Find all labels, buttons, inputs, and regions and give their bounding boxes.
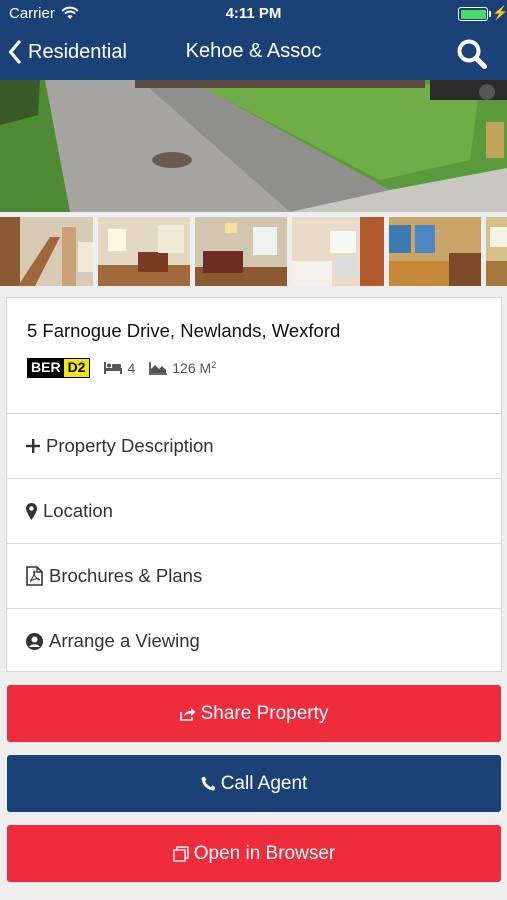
- chevron-left-icon: [8, 40, 21, 64]
- back-button[interactable]: Residential: [8, 36, 127, 68]
- section-label: Brochures & Plans: [49, 565, 203, 586]
- back-label: Residential: [28, 40, 127, 63]
- photo-thumbnail[interactable]: [486, 217, 507, 286]
- call-agent-button[interactable]: Call Agent: [7, 755, 501, 812]
- open-in-browser-label: Open in Browser: [193, 842, 336, 864]
- call-agent-label: Call Agent: [220, 772, 308, 794]
- search-button[interactable]: [456, 38, 488, 70]
- photo-thumbnail[interactable]: [389, 217, 481, 286]
- section-location[interactable]: Location: [7, 478, 501, 543]
- bed-icon: [104, 362, 123, 374]
- share-property-button[interactable]: Share Property: [7, 685, 501, 742]
- pdf-file-icon: [26, 566, 43, 586]
- bedroom-count: 4: [127, 360, 136, 376]
- ber-label: BER: [28, 359, 64, 377]
- share-icon: [179, 707, 196, 721]
- photo-thumbnail[interactable]: [0, 217, 93, 286]
- section-arrange-viewing[interactable]: Arrange a Viewing: [7, 608, 501, 673]
- user-circle-icon: [26, 632, 43, 650]
- property-info-card: 5 Farnogue Drive, Newlands, Wexford BER …: [6, 297, 502, 672]
- property-main-photo[interactable]: [0, 80, 507, 212]
- section-label: Property Description: [46, 435, 214, 456]
- property-meta: BER D2 4 126 M2: [27, 357, 216, 379]
- open-in-browser-button[interactable]: Open in Browser: [7, 825, 501, 882]
- area-unit-exponent: 2: [211, 360, 217, 370]
- share-property-label: Share Property: [200, 702, 329, 724]
- app-header: Carrier 4:11 PM ⚡ Residential Kehoe & As…: [0, 0, 507, 80]
- section-label: Arrange a Viewing: [49, 630, 200, 651]
- section-brochures-plans[interactable]: Brochures & Plans: [7, 543, 501, 608]
- section-label: Location: [43, 500, 113, 521]
- battery-icon: [458, 7, 488, 21]
- plus-icon: [26, 439, 40, 453]
- map-marker-icon: [26, 502, 37, 520]
- area-chart-icon: [149, 361, 168, 375]
- phone-icon: [201, 776, 216, 791]
- area-value: 126 M: [172, 360, 212, 376]
- property-address: 5 Farnogue Drive, Newlands, Wexford: [27, 320, 341, 341]
- ber-rating: D2: [63, 359, 90, 377]
- charging-bolt-icon: ⚡: [492, 5, 507, 20]
- status-bar: Carrier 4:11 PM ⚡: [0, 0, 507, 28]
- photo-thumbnail[interactable]: [292, 217, 384, 286]
- clock: 4:11 PM: [225, 5, 282, 22]
- floor-area: 126 M2: [149, 360, 216, 376]
- search-icon: [457, 39, 487, 69]
- external-window-icon: [173, 845, 189, 862]
- photo-thumbnail[interactable]: [98, 217, 190, 286]
- battery-tip: [489, 11, 491, 17]
- photo-thumbnail[interactable]: [195, 217, 287, 286]
- section-property-description[interactable]: Property Description: [7, 413, 501, 478]
- photo-thumbnail-strip[interactable]: [0, 217, 507, 286]
- ber-badge: BER D2: [27, 358, 91, 378]
- bedrooms: 4: [104, 360, 135, 376]
